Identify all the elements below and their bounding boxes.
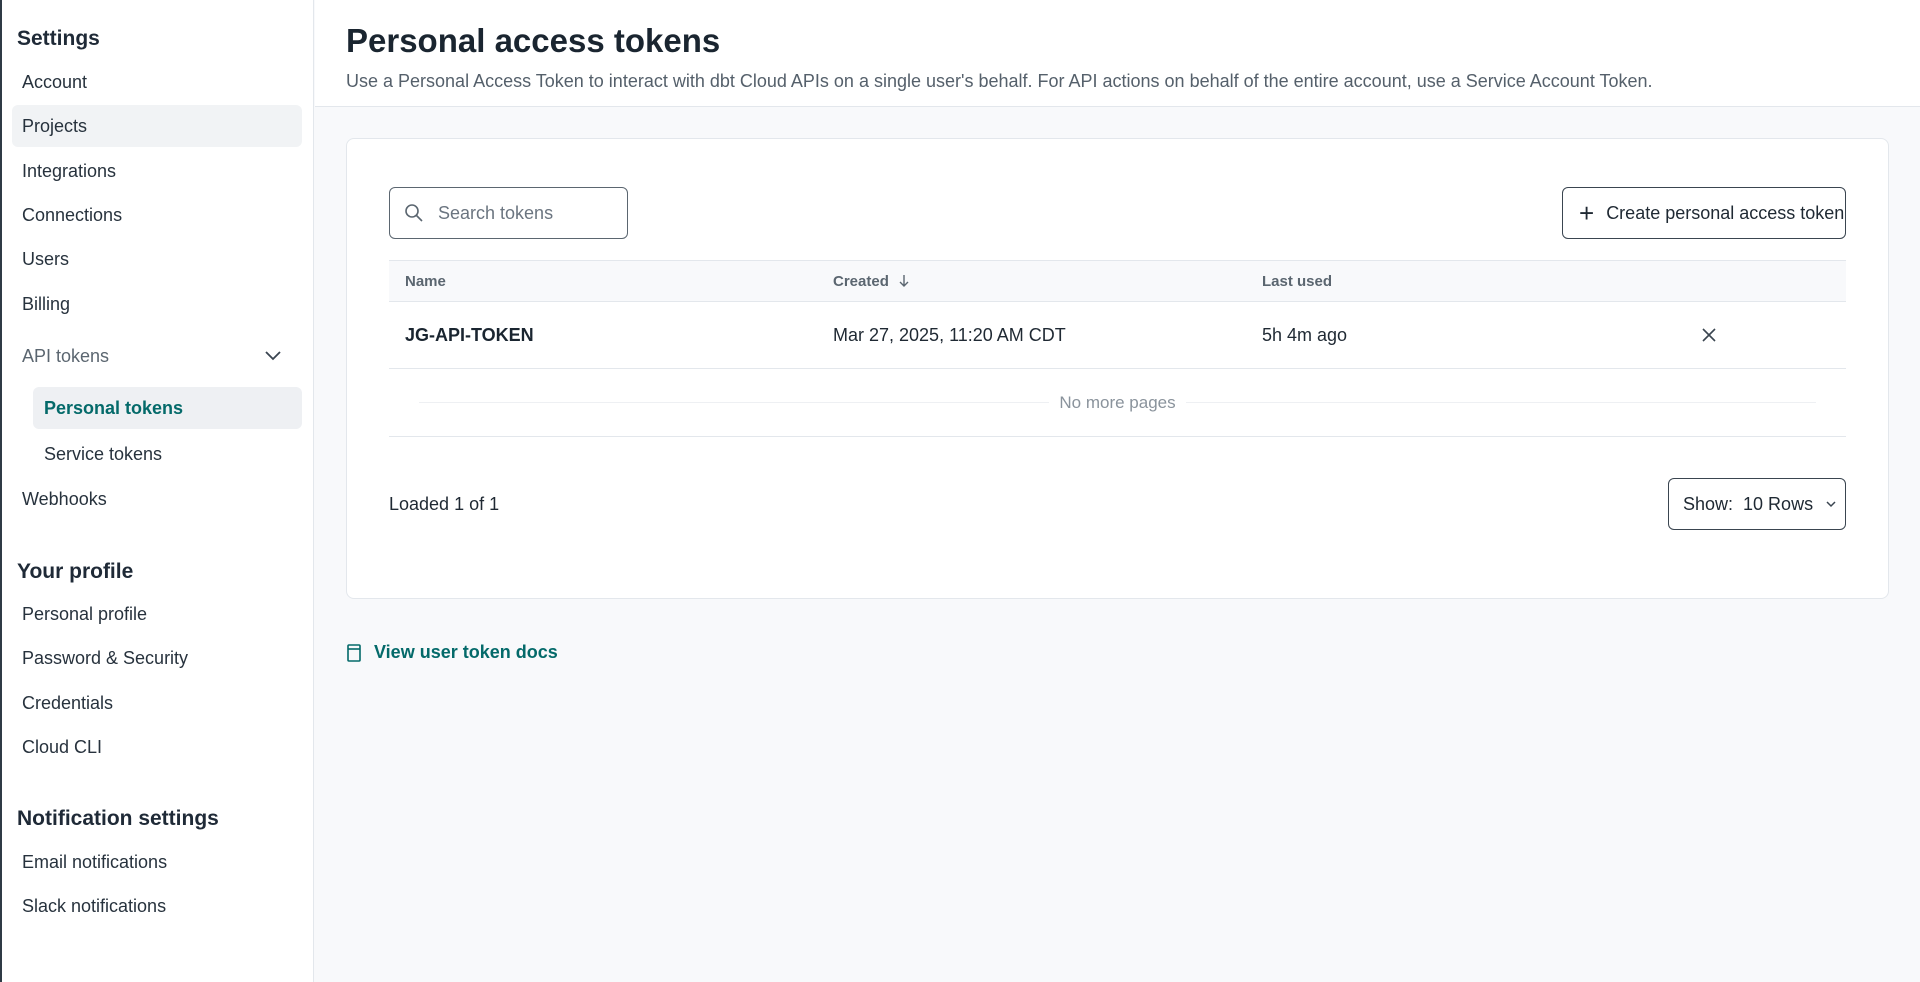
sidebar-item-label: Users <box>22 248 70 269</box>
sidebar-item-label: Projects <box>22 115 88 136</box>
column-header-label: Created <box>833 272 889 290</box>
sidebar-item-cloud-cli[interactable]: Cloud CLI <box>12 726 302 768</box>
token-name: JG-API-TOKEN <box>405 324 534 345</box>
tokens-card: + Create personal access token Name Crea… <box>346 138 1889 599</box>
column-header-name[interactable]: Name <box>405 261 446 301</box>
create-token-button[interactable]: + Create personal access token <box>1562 187 1846 239</box>
sidebar-item-label: Connections <box>22 204 123 225</box>
view-docs-link[interactable]: View user token docs <box>346 642 558 663</box>
sidebar-item-label: Email notifications <box>22 851 168 872</box>
plus-icon: + <box>1579 198 1595 228</box>
sidebar-item-label: Password & Security <box>22 647 189 668</box>
token-last-used: 5h 4m ago <box>1262 324 1348 345</box>
chevron-down-icon <box>1826 501 1836 508</box>
sidebar-item-webhooks[interactable]: Webhooks <box>12 478 302 520</box>
view-docs-label: View user token docs <box>374 642 558 662</box>
rows-per-page-value: 10 Rows <box>1743 493 1814 514</box>
table-row[interactable]: JG-API-TOKEN Mar 27, 2025, 11:20 AM CDT … <box>389 302 1846 369</box>
sidebar-item-service-tokens[interactable]: Service tokens <box>33 433 302 475</box>
column-header-label: Last used <box>1262 272 1333 290</box>
sidebar-item-password-security[interactable]: Password & Security <box>12 637 302 679</box>
search-icon <box>405 204 423 222</box>
sidebar-group-label: API tokens <box>22 345 110 366</box>
sidebar-item-label: Webhooks <box>22 488 107 509</box>
sidebar-item-label: Credentials <box>22 692 114 713</box>
page-title: Personal access tokens <box>346 22 721 59</box>
no-more-pages: No more pages <box>389 369 1846 437</box>
sidebar-item-connections[interactable]: Connections <box>12 194 302 236</box>
sidebar-item-billing[interactable]: Billing <box>12 283 302 325</box>
sidebar-item-label: Personal tokens <box>44 397 184 418</box>
create-token-label: Create personal access token <box>1606 202 1845 223</box>
document-icon <box>347 643 361 662</box>
column-header-last-used[interactable]: Last used <box>1262 261 1332 301</box>
show-label: Show: <box>1683 493 1734 514</box>
sort-descending-icon <box>899 275 909 287</box>
sidebar-item-users[interactable]: Users <box>12 238 302 280</box>
column-header-label: Name <box>405 272 446 290</box>
delete-token-button[interactable] <box>1701 302 1717 368</box>
sidebar-item-personal-profile[interactable]: Personal profile <box>12 593 302 635</box>
rows-per-page-select[interactable]: Show: 10 Rows <box>1668 478 1846 530</box>
page-header: Personal access tokens Use a Personal Ac… <box>315 0 1920 107</box>
token-created: Mar 27, 2025, 11:20 AM CDT <box>833 324 1066 345</box>
sidebar-group-api-tokens[interactable]: API tokens <box>12 335 302 377</box>
sidebar-item-integrations[interactable]: Integrations <box>12 150 302 192</box>
notification-section-title: Notification settings <box>17 807 219 830</box>
chevron-down-icon <box>265 351 281 361</box>
profile-section-title: Your profile <box>17 560 134 583</box>
sidebar-item-label: Integrations <box>22 160 117 181</box>
column-header-created[interactable]: Created <box>833 261 911 301</box>
sidebar-item-credentials[interactable]: Credentials <box>12 682 302 724</box>
sidebar-item-personal-tokens[interactable]: Personal tokens <box>33 387 302 429</box>
loaded-count: Loaded 1 of 1 <box>389 494 500 514</box>
sidebar-item-label: Account <box>22 71 88 92</box>
sidebar-item-label: Service tokens <box>44 443 163 464</box>
page-subtitle: Use a Personal Access Token to interact … <box>346 71 1653 91</box>
sidebar-item-label: Personal profile <box>22 603 148 624</box>
sidebar-item-label: Billing <box>22 293 71 314</box>
search-box[interactable] <box>389 187 628 239</box>
sidebar-item-email-notifications[interactable]: Email notifications <box>12 841 302 883</box>
sidebar-item-projects[interactable]: Projects <box>12 105 302 147</box>
sidebar-item-label: Cloud CLI <box>22 736 103 757</box>
no-more-pages-text: No more pages <box>1049 392 1186 413</box>
sidebar-item-account[interactable]: Account <box>12 61 302 103</box>
tokens-table: Name Created Last used JG-API-TOKEN Mar … <box>389 260 1846 437</box>
sidebar-item-label: Slack notifications <box>22 895 167 916</box>
settings-section-title: Settings <box>17 27 100 50</box>
sidebar-item-slack-notifications[interactable]: Slack notifications <box>12 885 302 927</box>
search-input[interactable] <box>438 202 608 224</box>
close-icon <box>1702 328 1716 342</box>
table-header: Name Created Last used <box>389 260 1846 302</box>
settings-sidebar: Settings Account Projects Integrations C… <box>2 0 314 982</box>
